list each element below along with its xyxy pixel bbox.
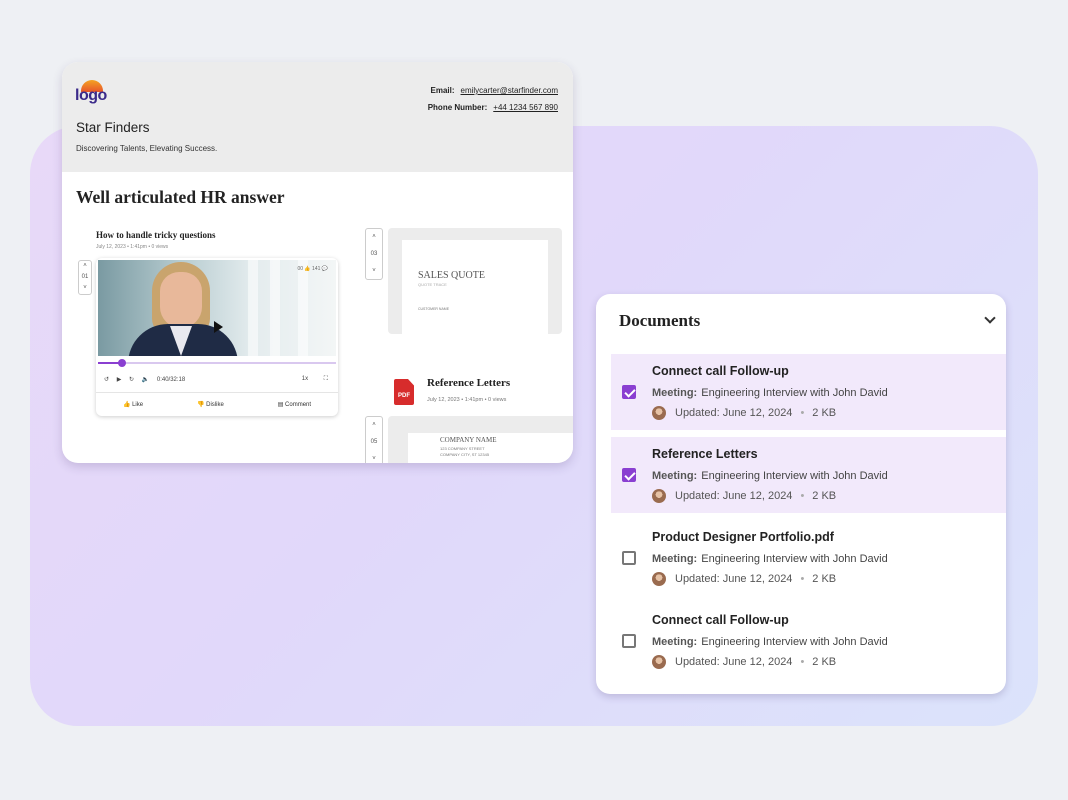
document-meeting: Meeting: Engineering Interview with John …: [652, 387, 888, 399]
pdf-icon: PDF: [394, 379, 414, 405]
document-checkbox[interactable]: [622, 551, 636, 565]
player-controls: ↺ ▶ ↻ 🔈 0:40/32:18: [104, 376, 191, 383]
video-time: 0:40/32:18: [156, 377, 186, 383]
avatar: [652, 489, 666, 503]
avatar: [652, 655, 666, 669]
chevron-down-icon[interactable]: ˅: [79, 283, 91, 294]
logo-text: logo: [75, 87, 107, 104]
quote-index: 03: [370, 251, 378, 257]
document-item[interactable]: Reference Letters Meeting: Engineering In…: [611, 437, 1006, 513]
document-name: Product Designer Portfolio.pdf: [652, 530, 834, 544]
document-name: Reference Letters: [652, 447, 758, 461]
player-controls-right: 1x ⛶: [302, 376, 328, 383]
ref-company-name: COMPANY NAME: [440, 436, 497, 444]
video-title: How to handle tricky questions: [96, 230, 216, 240]
video-stepper: ˄ 01 ˅: [78, 260, 92, 295]
document-checkbox[interactable]: [622, 468, 636, 482]
avatar: [652, 572, 666, 586]
page-title: Well articulated HR answer: [76, 187, 285, 207]
play-icon[interactable]: [214, 321, 223, 333]
video-player: 00 👍 141 💬 ↺ ▶ ↻ 🔈 0:40/32:18 1x ⛶ 👍 Lik…: [96, 258, 338, 416]
document-checkbox[interactable]: [622, 385, 636, 399]
company-name: Star Finders: [76, 120, 150, 135]
thumbs-down-icon: 👎: [196, 402, 207, 408]
document-item[interactable]: Product Designer Portfolio.pdf Meeting: E…: [611, 520, 1006, 596]
document-item[interactable]: Connect call Follow-up Meeting: Engineeri…: [611, 354, 1006, 430]
ref-company-city: COMPANY CITY, ST 12345: [440, 452, 490, 457]
comment-icon: ▤: [277, 402, 286, 408]
sales-quote-page: SALES QUOTE QUOTE TRACE CUSTOMER NAME: [402, 240, 548, 334]
progress-slider[interactable]: [98, 359, 336, 367]
chevron-down-icon[interactable]: ˅: [366, 263, 382, 279]
video-actions: 👍 Like 👎 Dislike ▤ Comment: [96, 392, 338, 416]
fullscreen-icon[interactable]: ⛶: [324, 376, 328, 382]
document-meeting: Meeting: Engineering Interview with John …: [652, 470, 888, 482]
phone-label: Phone Number:: [427, 103, 488, 112]
dislike-button[interactable]: 👎 Dislike: [197, 401, 224, 408]
documents-panel: Documents Connect call Follow-up Meeting…: [596, 294, 1006, 694]
reference-index: 05: [370, 439, 378, 445]
email-link[interactable]: emilycarter@starfinder.com: [461, 86, 558, 95]
profile-card: logo Email: emilycarter@starfinder.com Ph…: [62, 62, 573, 463]
company-tagline: Discovering Talents, Elevating Success.: [76, 144, 218, 153]
rewind-icon[interactable]: ↺: [104, 377, 109, 383]
chevron-up-icon[interactable]: ˄: [366, 417, 382, 433]
quote-doc-subtitle: QUOTE TRACE: [418, 282, 447, 287]
document-size: 2 KB: [812, 573, 837, 585]
sales-quote-thumbnail[interactable]: SALES QUOTE QUOTE TRACE CUSTOMER NAME: [388, 228, 562, 334]
contact-info: Email: emilycarter@starfinder.com Phone N…: [428, 82, 558, 116]
document-size: 2 KB: [812, 407, 837, 419]
reference-thumbnail[interactable]: COMPANY NAME 123 COMPANY STREET COMPANY …: [388, 416, 573, 463]
play-small-icon[interactable]: ▶: [117, 377, 122, 383]
documents-title: Documents: [619, 311, 701, 330]
document-size: 2 KB: [812, 490, 837, 502]
reference-title[interactable]: Reference Letters: [427, 377, 510, 389]
phone-link[interactable]: +44 1234 567 890: [493, 103, 558, 112]
document-updated: Updated: June 12, 2024 • 2 KB: [652, 489, 836, 503]
card-header: logo Email: emilycarter@starfinder.com Ph…: [62, 62, 573, 172]
ref-company-street: 123 COMPANY STREET: [440, 446, 485, 451]
avatar: [652, 406, 666, 420]
video-thumbnail[interactable]: 00 👍 141 💬: [98, 260, 336, 356]
speed-button[interactable]: 1x: [302, 376, 308, 382]
document-size: 2 KB: [812, 656, 837, 668]
video-index: 01: [81, 274, 89, 280]
document-meeting: Meeting: Engineering Interview with John …: [652, 553, 888, 565]
chevron-up-icon[interactable]: ˄: [366, 229, 382, 245]
reference-stepper: ˄ 05 ˅: [365, 416, 383, 463]
email-label: Email:: [430, 86, 455, 95]
quote-doc-title: SALES QUOTE: [418, 270, 485, 281]
video-meta: July 12, 2023 • 1:41pm • 0 views: [96, 244, 169, 250]
volume-icon[interactable]: 🔈: [142, 377, 149, 383]
reference-meta: July 12, 2023 • 1:41pm • 0 views: [427, 397, 507, 403]
document-updated: Updated: June 12, 2024 • 2 KB: [652, 572, 836, 586]
document-updated: Updated: June 12, 2024 • 2 KB: [652, 655, 836, 669]
document-meeting: Meeting: Engineering Interview with John …: [652, 636, 888, 648]
video-stats: 00 👍 141 💬: [297, 266, 328, 272]
chevron-up-icon[interactable]: ˄: [79, 261, 91, 272]
comment-button[interactable]: ▤ Comment: [278, 401, 311, 408]
quote-stepper: ˄ 03 ˅: [365, 228, 383, 280]
company-logo: logo: [75, 80, 109, 106]
document-updated: Updated: June 12, 2024 • 2 KB: [652, 406, 836, 420]
like-button[interactable]: 👍 Like: [123, 401, 143, 408]
progress-knob[interactable]: [117, 359, 126, 367]
document-name: Connect call Follow-up: [652, 613, 789, 627]
document-checkbox[interactable]: [622, 634, 636, 648]
reference-page: COMPANY NAME 123 COMPANY STREET COMPANY …: [408, 433, 573, 463]
quote-customer: CUSTOMER NAME: [418, 307, 450, 311]
chevron-down-icon[interactable]: [984, 312, 996, 324]
forward-icon[interactable]: ↻: [129, 377, 134, 383]
chevron-down-icon[interactable]: ˅: [366, 451, 382, 463]
document-name: Connect call Follow-up: [652, 364, 789, 378]
document-item[interactable]: Connect call Follow-up Meeting: Engineeri…: [611, 603, 1006, 679]
thumbs-up-icon: 👍: [122, 402, 133, 408]
